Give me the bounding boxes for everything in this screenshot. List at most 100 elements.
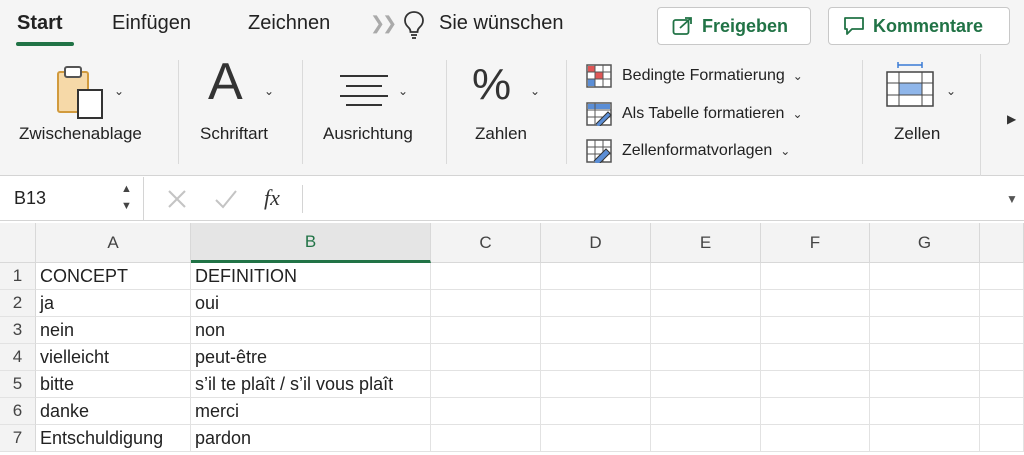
formula-bar-expand-icon[interactable]: ▼ <box>1006 192 1018 206</box>
table-cell[interactable] <box>431 263 541 290</box>
table-cell[interactable] <box>651 263 761 290</box>
row-header[interactable]: 7 <box>0 425 36 452</box>
table-cell[interactable] <box>870 317 980 344</box>
table-cell[interactable] <box>431 425 541 452</box>
column-header-b[interactable]: B <box>191 223 431 263</box>
table-cell[interactable] <box>431 317 541 344</box>
cell-styles-button[interactable]: Zellenformatvorlagen ⌄ <box>586 138 790 164</box>
table-cell[interactable] <box>980 398 1024 425</box>
table-cell[interactable]: non <box>191 317 431 344</box>
table-cell[interactable] <box>761 425 870 452</box>
table-cell[interactable] <box>651 317 761 344</box>
cells-dropdown-chevron-icon[interactable]: ⌄ <box>946 84 956 98</box>
ribbon-separator <box>566 60 567 164</box>
table-cell[interactable] <box>651 398 761 425</box>
column-header-a[interactable]: A <box>36 223 191 263</box>
name-box[interactable]: B13 ▲ ▼ <box>0 177 144 221</box>
table-cell[interactable] <box>431 290 541 317</box>
column-header-d[interactable]: D <box>541 223 651 263</box>
table-cell[interactable]: peut-être <box>191 344 431 371</box>
table-cell[interactable]: oui <box>191 290 431 317</box>
column-header-c[interactable]: C <box>431 223 541 263</box>
tab-start[interactable]: Start <box>17 12 63 35</box>
table-cell[interactable] <box>980 290 1024 317</box>
table-cell[interactable]: vielleicht <box>36 344 191 371</box>
table-cell[interactable] <box>980 317 1024 344</box>
table-cell[interactable] <box>541 290 651 317</box>
table-cell[interactable] <box>870 290 980 317</box>
comments-button[interactable]: Kommentare <box>828 7 1010 45</box>
table-cell[interactable]: merci <box>191 398 431 425</box>
table-cell[interactable] <box>980 425 1024 452</box>
table-cell[interactable] <box>870 371 980 398</box>
column-header-f[interactable]: F <box>761 223 870 263</box>
check-icon[interactable] <box>214 188 238 210</box>
cancel-icon[interactable] <box>166 188 188 210</box>
row-header[interactable]: 2 <box>0 290 36 317</box>
row-header[interactable]: 5 <box>0 371 36 398</box>
table-cell[interactable]: CONCEPT <box>36 263 191 290</box>
number-dropdown-chevron-icon[interactable]: ⌄ <box>530 84 540 98</box>
table-cell[interactable] <box>541 398 651 425</box>
table-cell[interactable]: DEFINITION <box>191 263 431 290</box>
column-header-e[interactable]: E <box>651 223 761 263</box>
paste-dropdown-chevron-icon[interactable]: ⌄ <box>114 84 124 98</box>
table-cell[interactable] <box>761 344 870 371</box>
row-header[interactable]: 1 <box>0 263 36 290</box>
table-cell[interactable] <box>761 371 870 398</box>
table-cell[interactable] <box>431 371 541 398</box>
ribbon-scroll-right-icon[interactable]: ▶ <box>1007 112 1016 126</box>
table-cell[interactable] <box>761 398 870 425</box>
table-cell[interactable] <box>651 425 761 452</box>
format-as-table-button[interactable]: Als Tabelle formatieren ⌄ <box>586 101 803 127</box>
table-cell[interactable] <box>870 398 980 425</box>
row-header[interactable]: 3 <box>0 317 36 344</box>
table-cell[interactable] <box>761 263 870 290</box>
table-cell[interactable]: bitte <box>36 371 191 398</box>
table-cell[interactable] <box>541 344 651 371</box>
table-cell[interactable] <box>431 398 541 425</box>
name-box-down-icon[interactable]: ▼ <box>121 200 132 212</box>
insert-function-icon[interactable]: fx <box>264 185 280 211</box>
column-header-g[interactable]: G <box>870 223 980 263</box>
share-button[interactable]: Freigeben <box>657 7 811 45</box>
tell-me-search[interactable]: Sie wünschen <box>439 12 564 35</box>
table-cell[interactable] <box>870 263 980 290</box>
table-cell[interactable] <box>870 344 980 371</box>
font-dropdown-chevron-icon[interactable]: ⌄ <box>264 84 274 98</box>
row-header[interactable]: 6 <box>0 398 36 425</box>
table-cell[interactable]: Entschuldigung <box>36 425 191 452</box>
ribbon-separator <box>446 60 447 164</box>
table-cell[interactable] <box>980 344 1024 371</box>
alignment-dropdown-chevron-icon[interactable]: ⌄ <box>398 84 408 98</box>
table-cell[interactable] <box>651 290 761 317</box>
table-cell[interactable]: pardon <box>191 425 431 452</box>
table-cell[interactable] <box>980 371 1024 398</box>
table-cell[interactable] <box>870 425 980 452</box>
name-box-up-icon[interactable]: ▲ <box>121 183 132 195</box>
table-cell[interactable]: danke <box>36 398 191 425</box>
table-cell[interactable] <box>541 425 651 452</box>
select-all-corner[interactable] <box>0 223 36 263</box>
table-cell[interactable]: ja <box>36 290 191 317</box>
cells-label: Zellen <box>894 124 941 143</box>
conditional-formatting-button[interactable]: Bedingte Formatierung ⌄ <box>586 63 803 89</box>
table-cell[interactable] <box>541 317 651 344</box>
table-cell[interactable] <box>651 344 761 371</box>
tab-zeichnen[interactable]: Zeichnen <box>248 12 330 35</box>
column-header-next[interactable] <box>980 223 1024 263</box>
table-cell[interactable] <box>651 371 761 398</box>
more-tabs-chevron-icon[interactable]: ❯❯ <box>370 13 397 34</box>
format-as-table-label: Als Tabelle formatieren <box>622 105 785 122</box>
table-cell[interactable] <box>541 263 651 290</box>
row-header[interactable]: 4 <box>0 344 36 371</box>
table-cell[interactable] <box>431 344 541 371</box>
table-cell[interactable]: nein <box>36 317 191 344</box>
table-cell[interactable] <box>761 317 870 344</box>
lightbulb-icon <box>404 11 424 39</box>
tab-einfuegen[interactable]: Einfügen <box>112 12 191 35</box>
table-cell[interactable] <box>980 263 1024 290</box>
table-cell[interactable] <box>761 290 870 317</box>
table-cell[interactable] <box>541 371 651 398</box>
table-cell[interactable]: s’il te plaît / s’il vous plaît <box>191 371 431 398</box>
